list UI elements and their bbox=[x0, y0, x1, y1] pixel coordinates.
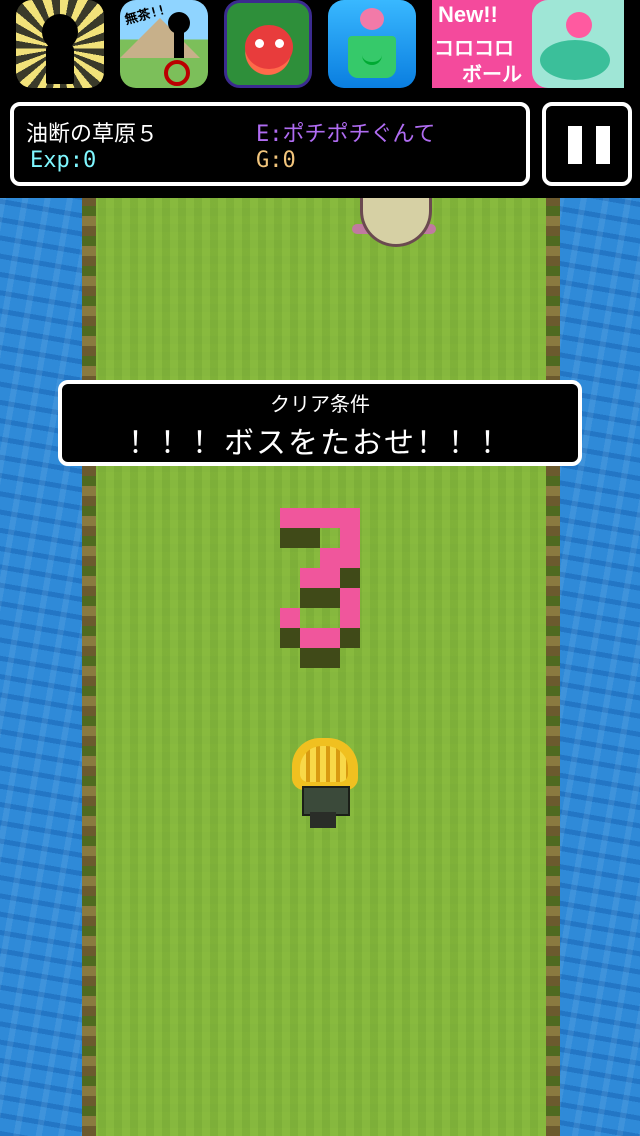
rider-head-icon bbox=[168, 12, 190, 34]
hero-hair-detail-icon bbox=[300, 746, 348, 782]
enemy-name: E:ポチポチぐんて bbox=[256, 122, 436, 147]
countdown-pixel bbox=[340, 568, 360, 588]
countdown-pixel bbox=[300, 588, 340, 608]
countdown-number bbox=[278, 506, 360, 668]
ad-bar: 無茶!! New!! コロコロ ボール bbox=[0, 0, 640, 94]
right-shore-edge bbox=[546, 198, 560, 1136]
ad-dragon-puzzle-game-icon[interactable] bbox=[224, 0, 312, 88]
ad-new-label: New!! bbox=[438, 2, 498, 27]
countdown-pixel bbox=[320, 548, 360, 568]
clear-condition-title: クリア条件 bbox=[270, 392, 370, 416]
stage-name: 油断の草原５ bbox=[26, 122, 159, 147]
pause-icon bbox=[568, 126, 582, 164]
exp-counter: Exp:0 bbox=[30, 148, 97, 173]
ad-korokoro-ball-banner[interactable]: New!! コロコロ ボール bbox=[432, 0, 624, 88]
hud: 油断の草原５ E:ポチポチぐんて Exp:0 G:0 bbox=[0, 94, 640, 198]
countdown-pixel bbox=[280, 628, 300, 648]
countdown-pixel bbox=[300, 648, 340, 668]
player-character bbox=[290, 738, 362, 830]
countdown-pixel bbox=[340, 528, 360, 548]
ad-unicycle-game-icon[interactable]: 無茶!! bbox=[120, 0, 208, 88]
clear-condition-text: ！！！ボスをたおせ！！！ bbox=[128, 426, 512, 461]
pink-ball-icon bbox=[566, 12, 592, 38]
dragon-eye-icon bbox=[255, 39, 264, 48]
left-shore-edge bbox=[82, 198, 96, 1136]
ad-banner-line1: コロコロ bbox=[434, 36, 514, 60]
countdown-pixel bbox=[340, 588, 360, 608]
countdown-pixel bbox=[280, 528, 320, 548]
countdown-pixel bbox=[300, 568, 340, 588]
cup-icon bbox=[540, 40, 610, 80]
countdown-pixel bbox=[300, 628, 340, 648]
clear-condition-banner: クリア条件 ！！！ボスをたおせ！！！ bbox=[58, 380, 582, 466]
pause-icon bbox=[596, 126, 610, 164]
balloon-icon bbox=[360, 8, 384, 30]
game-field[interactable]: クリア条件 ！！！ボスをたおせ！！！ bbox=[0, 198, 640, 1136]
ad-runner-game-icon[interactable] bbox=[16, 0, 104, 88]
countdown-pixel bbox=[280, 508, 360, 528]
runner-body-icon bbox=[46, 44, 74, 84]
rider-body-icon bbox=[174, 32, 184, 58]
gold-counter: G:0 bbox=[256, 148, 296, 173]
unicycle-wheel-icon bbox=[164, 60, 190, 86]
countdown-pixel bbox=[340, 628, 360, 648]
countdown-pixel bbox=[280, 608, 300, 628]
ad-banner-line2: ボール bbox=[462, 62, 522, 86]
status-panel: 油断の草原５ E:ポチポチぐんて Exp:0 G:0 bbox=[10, 102, 530, 186]
ad-watering-pot-game-icon[interactable] bbox=[328, 0, 416, 88]
hero-legs-icon bbox=[310, 812, 336, 828]
dragon-eye-icon bbox=[275, 39, 284, 48]
dragon-face-icon bbox=[245, 25, 293, 69]
pause-button[interactable] bbox=[542, 102, 632, 186]
countdown-pixel bbox=[340, 608, 360, 628]
